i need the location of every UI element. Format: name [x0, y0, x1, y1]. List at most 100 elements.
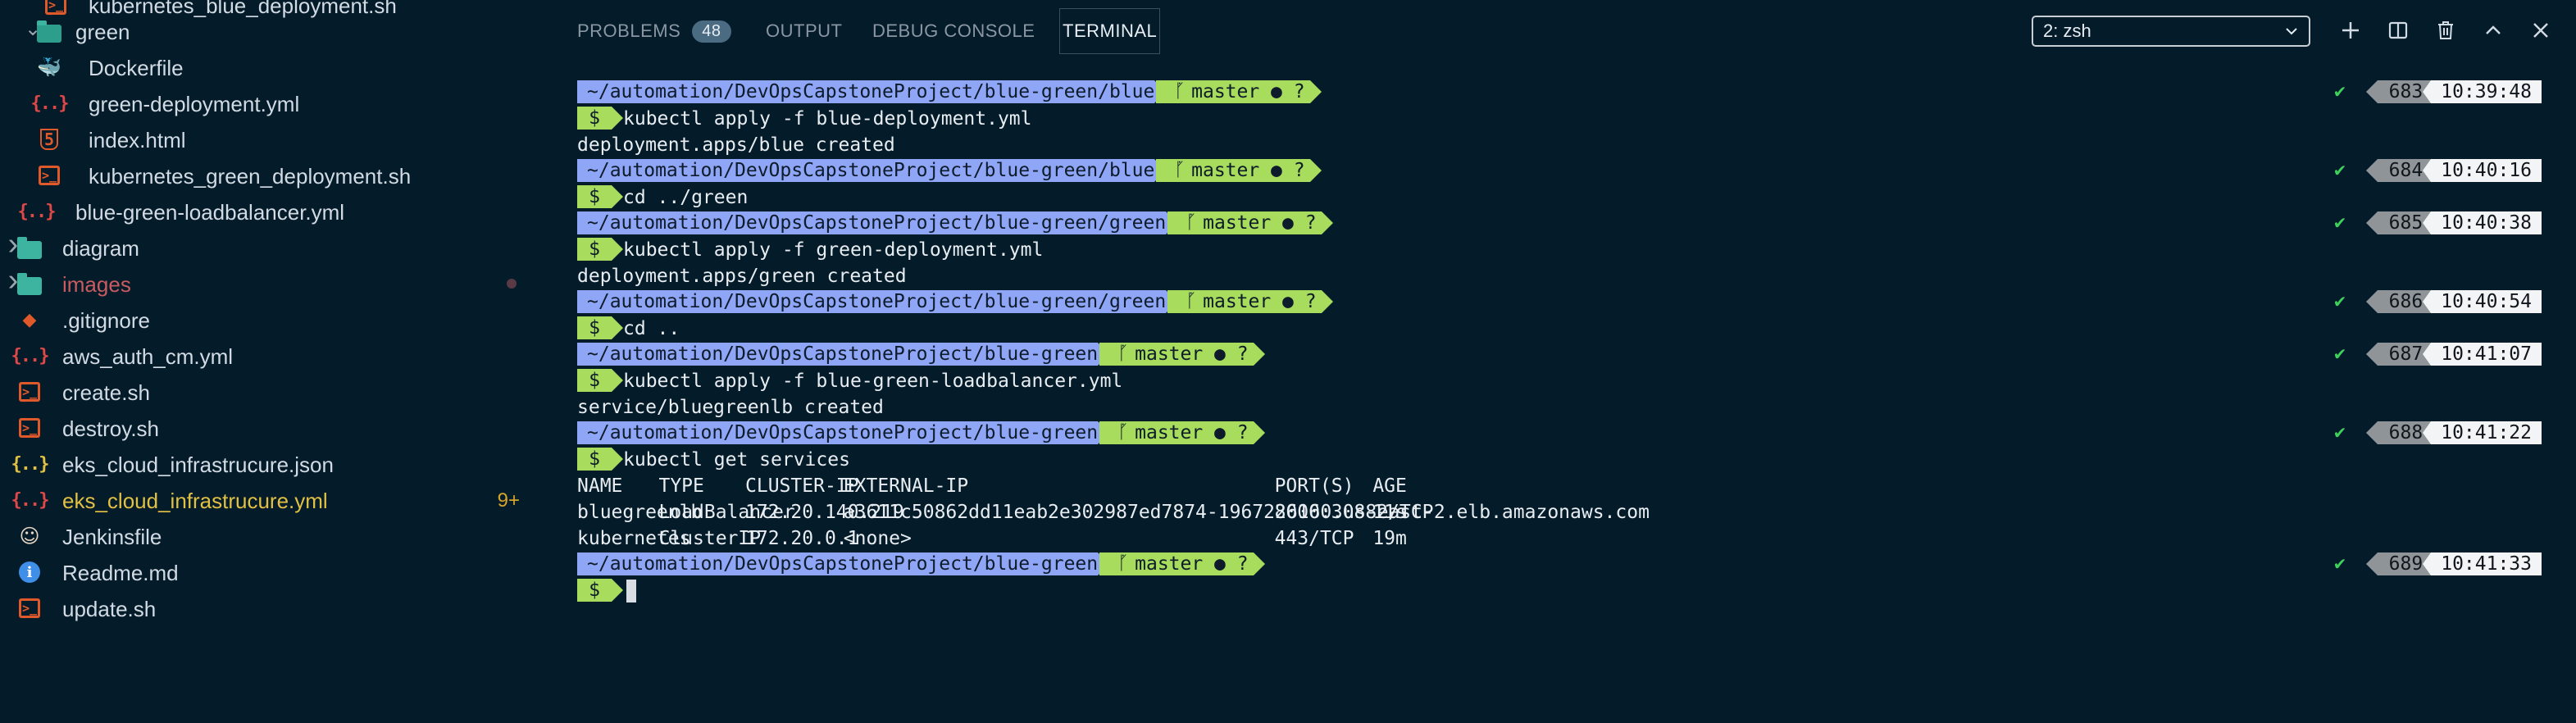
- explorer-item[interactable]: 🐳 Dockerfile: [0, 49, 544, 85]
- command-text: kubectl get services: [623, 449, 850, 471]
- terminal-select-dropdown[interactable]: 2: zsh: [2032, 16, 2310, 47]
- prompt-time: 10:40:38: [2423, 211, 2542, 234]
- explorer-item[interactable]: ◆ .gitignore: [0, 302, 544, 338]
- services-table-row: bluegreenlb LoadBalancer 172.20.140.219 a36…: [577, 499, 2542, 525]
- prompt-time: 10:40:54: [2423, 290, 2542, 313]
- prompt-line: ~/automation/DevOpsCapstoneProject/blue-…: [577, 289, 2542, 316]
- prompt-line: ~/automation/DevOpsCapstoneProject/blue-…: [577, 421, 2542, 447]
- explorer-item[interactable]: >_ update.sh: [0, 590, 544, 626]
- prompt-git-segment: ᚵ master ● ?: [1099, 421, 1265, 444]
- prompt-right-status: ✔ 684 10:40:16: [2333, 159, 2542, 182]
- dollar-prompt: $: [577, 579, 623, 602]
- command-line: $ kubectl apply -f blue-green-loadbalance…: [577, 368, 2542, 394]
- explorer-item-label: diagram: [62, 236, 139, 261]
- tab-output[interactable]: OUTPUT: [766, 16, 842, 46]
- explorer-item[interactable]: i Readme.md: [0, 554, 544, 590]
- services-table-cell: 443/TCP: [1274, 528, 1354, 549]
- dollar-prompt: $: [577, 448, 623, 471]
- maximize-panel-icon[interactable]: [2479, 16, 2507, 44]
- prompt-right-status: ✔ 689 10:41:33: [2333, 552, 2542, 575]
- prompt-path-segment: ~/automation/DevOpsCapstoneProject/blue-…: [577, 290, 1178, 313]
- prompt-git-segment: ᚵ master ● ?: [1099, 343, 1265, 366]
- terminal-input-line[interactable]: $: [577, 578, 2542, 604]
- services-table-cell: AGE: [1372, 475, 1407, 497]
- explorer-item-label: aws_auth_cm.yml: [62, 344, 234, 369]
- explorer-item[interactable]: {..} green-deployment.yml: [0, 85, 544, 121]
- git-status-text: master ● ?: [1191, 81, 1305, 102]
- prompt-path-segment: ~/automation/DevOpsCapstoneProject/blue-…: [577, 211, 1178, 234]
- explorer-item-label: kubernetes_green_deployment.sh: [89, 164, 412, 189]
- dollar-prompt: $: [577, 369, 623, 392]
- explorer-sidebar: >_ kubernetes_blue_deployment.sh ⌄ green 🐳 Do…: [0, 0, 544, 723]
- command-text: kubectl apply -f blue-green-loadbalancer…: [623, 371, 1123, 392]
- explorer-item-label: .gitignore: [62, 308, 150, 333]
- services-table-row: NAME TYPE CLUSTER-IP EXTERNAL-IP PORT(S) AGE: [577, 473, 2542, 499]
- tab-terminal[interactable]: TERMINAL: [1058, 8, 1161, 54]
- prompt-path-segment: ~/automation/DevOpsCapstoneProject/blue-…: [577, 159, 1167, 182]
- panel-tab-bar: PROBLEMS 48 OUTPUT DEBUG CONSOLE TERMINA…: [544, 0, 2576, 62]
- git-status-text: master ● ?: [1135, 553, 1249, 575]
- services-table-cell: CLUSTER-IP: [745, 475, 859, 497]
- shell-script-icon: >_: [19, 598, 40, 618]
- explorer-item[interactable]: {..} aws_auth_cm.yml: [0, 338, 544, 374]
- chevron-down-icon: [2286, 28, 2297, 35]
- tab-debug-console[interactable]: DEBUG CONSOLE: [872, 16, 1035, 46]
- prompt-line: ~/automation/DevOpsCapstoneProject/blue-…: [577, 80, 2542, 106]
- explorer-item[interactable]: >_ destroy.sh: [0, 410, 544, 446]
- split-terminal-icon[interactable]: [2384, 16, 2412, 44]
- prompt-git-segment: ᚵ master ● ?: [1156, 80, 1322, 103]
- git-branch-icon: ᚵ: [1117, 422, 1136, 443]
- explorer-item[interactable]: ⌄ green: [0, 13, 544, 49]
- explorer-item[interactable]: 5 index.html: [0, 121, 544, 157]
- explorer-item-label: index.html: [89, 128, 186, 152]
- dollar-prompt: $: [577, 185, 623, 208]
- git-branch-icon: ᚵ: [1174, 160, 1192, 181]
- explorer-item[interactable]: {..} eks_cloud_infrastrucure.json: [0, 446, 544, 482]
- git-status-text: master ● ?: [1135, 422, 1249, 443]
- new-terminal-icon[interactable]: [2337, 16, 2364, 44]
- explorer-item[interactable]: {..} eks_cloud_infrastrucure.yml 9+: [0, 482, 544, 518]
- yaml-file-icon: {..}: [17, 201, 57, 222]
- check-icon: ✔: [2333, 161, 2347, 180]
- services-table-cell: TYPE: [658, 475, 704, 497]
- explorer-item[interactable]: >_ create.sh: [0, 374, 544, 410]
- close-icon[interactable]: [2527, 16, 2555, 44]
- yaml-file-icon: {..}: [11, 489, 50, 511]
- git-icon: ◆: [22, 309, 37, 330]
- explorer-item[interactable]: ☺ Jenkinsfile: [0, 518, 544, 554]
- explorer-item[interactable]: {..} blue-green-loadbalancer.yml: [0, 193, 544, 230]
- explorer-item[interactable]: › diagram: [0, 229, 544, 266]
- explorer-item-label: Dockerfile: [89, 56, 184, 80]
- tab-debug-console-label: DEBUG CONSOLE: [872, 20, 1035, 41]
- dollar-prompt: $: [577, 316, 623, 339]
- explorer-item[interactable]: › images: [0, 265, 544, 302]
- explorer-item-label: create.sh: [62, 380, 150, 405]
- output-line: service/bluegreenlb created: [577, 397, 884, 418]
- prompt-path-segment: ~/automation/DevOpsCapstoneProject/blue-…: [577, 80, 1167, 103]
- prompt-right-status: ✔ 688 10:41:22: [2333, 421, 2542, 444]
- explorer-item-label: Jenkinsfile: [62, 525, 162, 549]
- explorer-item[interactable]: >_ kubernetes_green_deployment.sh: [0, 157, 544, 193]
- prompt-time: 10:41:22: [2423, 421, 2542, 444]
- prompt-time: 10:39:48: [2423, 80, 2542, 103]
- command-line: $ cd ../green: [577, 184, 2542, 211]
- dollar-prompt: $: [577, 107, 623, 130]
- problem-count-badge: 9+: [497, 489, 520, 512]
- folder-icon: [16, 237, 43, 263]
- prompt-line: ~/automation/DevOpsCapstoneProject/blue-…: [577, 342, 2542, 368]
- trash-icon[interactable]: [2432, 16, 2460, 44]
- prompt-git-segment: ᚵ master ● ?: [1167, 290, 1333, 313]
- git-status-text: master ● ?: [1135, 343, 1249, 365]
- services-table-cell: <none>: [843, 528, 912, 549]
- services-table-cell: 8000:30882/TCP: [1274, 502, 1434, 523]
- prompt-time: 10:41:33: [2423, 552, 2542, 575]
- prompt-path-segment: ~/automation/DevOpsCapstoneProject/blue-…: [577, 421, 1110, 444]
- tab-problems[interactable]: PROBLEMS 48: [577, 16, 731, 46]
- dollar-prompt: $: [577, 238, 623, 261]
- command-text: kubectl apply -f blue-deployment.yml: [623, 108, 1032, 130]
- command-line: $ kubectl apply -f green-deployment.yml: [577, 237, 2542, 263]
- services-table-cell: a3611c50862dd11eab2e302987ed7874-1967226…: [843, 502, 1650, 523]
- shell-script-icon: >_: [19, 418, 40, 438]
- check-icon: ✔: [2333, 344, 2347, 364]
- command-line: $ kubectl get services: [577, 447, 2542, 473]
